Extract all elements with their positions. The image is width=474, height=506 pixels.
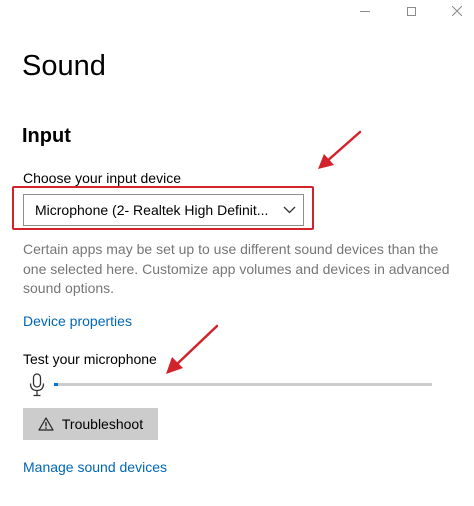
maximize-button[interactable] — [388, 0, 434, 22]
close-button[interactable] — [434, 0, 474, 22]
minimize-icon — [360, 10, 370, 12]
test-microphone-label: Test your microphone — [23, 351, 157, 367]
chevron-down-icon — [275, 195, 303, 225]
minimize-button[interactable] — [342, 0, 388, 22]
input-description: Certain apps may be set up to use differ… — [23, 241, 450, 296]
close-icon — [452, 6, 462, 16]
input-device-label: Choose your input device — [23, 170, 181, 186]
warning-icon — [38, 417, 54, 431]
microphone-level-fill — [54, 383, 58, 386]
maximize-icon — [406, 6, 416, 16]
troubleshoot-button[interactable]: Troubleshoot — [23, 408, 158, 440]
input-device-dropdown[interactable]: Microphone (2- Realtek High Definit... — [23, 194, 304, 226]
annotation-arrow — [166, 324, 219, 374]
annotation-arrow — [318, 130, 362, 169]
microphone-level-meter — [54, 383, 432, 386]
input-device-value: Microphone (2- Realtek High Definit... — [35, 202, 269, 218]
microphone-icon — [29, 373, 45, 397]
manage-sound-devices-link[interactable]: Manage sound devices — [23, 457, 167, 477]
device-properties-link[interactable]: Device properties — [23, 311, 132, 331]
page-title: Sound — [22, 50, 106, 82]
section-title-input: Input — [22, 125, 71, 147]
troubleshoot-label: Troubleshoot — [61, 416, 144, 432]
